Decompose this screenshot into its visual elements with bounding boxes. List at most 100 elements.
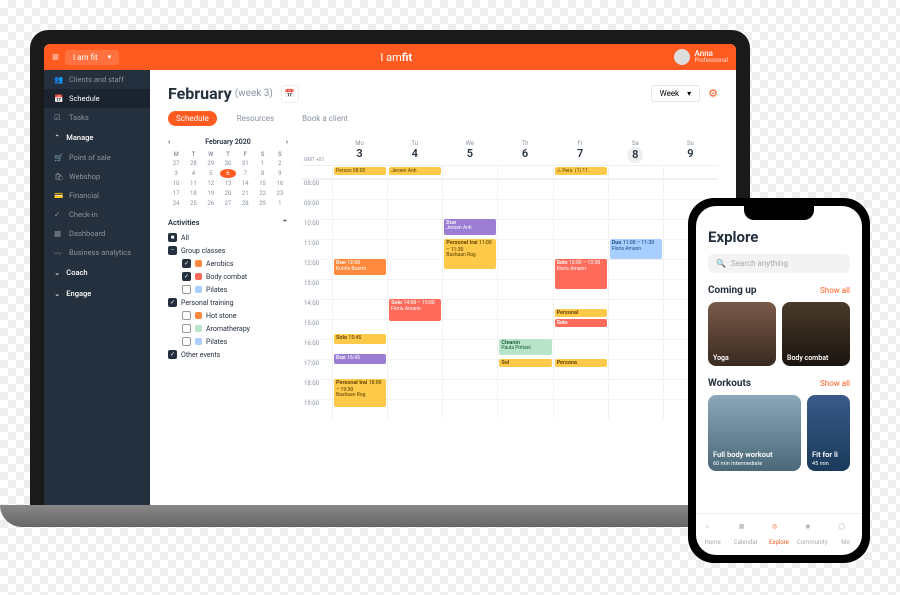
event-solo[interactable]: Solo [555,319,607,327]
phone-tabbar: ⌂Home ▦Calendar ◎Explore ◉Community ◯Me [696,513,862,555]
chevron-down-icon: ⌄ [54,289,60,298]
event-personal trai[interactable]: Personal trai 11:00 – 11:30Bastiaan Rog [444,239,496,269]
sidebar-item-analytics[interactable]: 〰Business analytics [44,243,150,262]
activity-aerobics[interactable]: ✓Aerobics [182,257,288,270]
event-solo[interactable]: Solo 15:45 [334,334,386,344]
sidebar-section-manage[interactable]: ⌃Manage [44,127,150,148]
cal-day-8[interactable]: Sa8 [608,138,663,165]
sidebar-item-financial[interactable]: 💳Financial [44,186,150,205]
cal-day-6[interactable]: Th6 [497,138,552,165]
user-menu[interactable]: Anna Professional [674,49,729,65]
phone-title: Explore [708,228,850,246]
tab-resources[interactable]: Resources [229,111,282,126]
sidebar-item-schedule[interactable]: 📅Schedule [44,89,150,108]
allday-event[interactable]: Person 08:00 [334,167,386,175]
card-fit-for-life[interactable]: Fit for li 45 min [807,395,850,471]
cal-day-4[interactable]: Tu4 [387,138,442,165]
tab-calendar[interactable]: ▦Calendar [729,514,762,555]
event-solo[interactable]: Solo 14:00 – 15:00Floris Amann [389,299,441,321]
tab-community[interactable]: ◉Community [796,514,829,555]
card-body-combat[interactable]: Body combat [782,302,850,366]
calendar-icon: ▦ [739,523,753,537]
allday-event[interactable]: ⚠ Pers. (1) 11. [555,167,607,175]
card-full-body[interactable]: Full body workout 60 min Intermediate [708,395,801,471]
prev-month-icon: ‹ [168,138,170,146]
activity-pt[interactable]: ✓Personal training [168,296,288,309]
cal-day-7[interactable]: Fr7 [553,138,608,165]
event-duo[interactable]: Duo 12:00Kurnle Boerm [334,259,386,275]
event-solo[interactable]: Solo 12:00 – 13:30Floris Amann [555,259,607,289]
sidebar-item-webshop[interactable]: 🛍Webshop [44,167,150,186]
page-title: February [168,84,232,103]
search-icon: 🔍 [716,259,726,268]
activity-group[interactable]: −Group classes [168,244,288,257]
sidebar-item-tasks[interactable]: ☑Tasks [44,108,150,127]
activity-aromatherapy[interactable]: Aromatherapy [182,322,288,335]
show-all-link[interactable]: Show all [820,286,850,295]
show-all-link[interactable]: Show all [820,379,850,388]
page-subtitle: (week 3) [235,88,273,99]
sidebar-item-clients[interactable]: 👥Clients and staff [44,70,150,89]
home-icon: ⌂ [706,523,720,537]
activity-pilates[interactable]: Pilates [182,335,288,348]
workouts-title: Workouts [708,378,751,389]
tab-book[interactable]: Book a client [294,111,356,126]
tab-explore[interactable]: ◎Explore [762,514,795,555]
phone-screen: Explore 🔍Search anything Coming up Show … [696,206,862,555]
tab-schedule[interactable]: Schedule [168,111,217,126]
mini-calendar[interactable]: ‹February 2020› MTWTFSS 2728293031123456… [168,138,288,208]
explore-icon: ◎ [772,523,786,537]
activity-all[interactable]: ■All [168,231,288,244]
sidebar-section-coach[interactable]: ⌄Coach [44,262,150,283]
phone-search[interactable]: 🔍Search anything [708,254,850,273]
menu-icon[interactable]: ≡ [52,50,59,64]
event-sol[interactable]: Sol [499,359,551,367]
community-icon: ◉ [805,523,819,537]
event-duo[interactable]: Duo 11:00 – 11:30Floris Amann [610,239,662,259]
chevron-down-icon: ▾ [108,53,112,61]
sidebar-item-dashboard[interactable]: ▦Dashboard [44,224,150,243]
content-area: February (week 3) 📅 Week▾ ⚙ Schedule Res… [150,70,736,520]
phone-frame: Explore 🔍Search anything Coming up Show … [688,198,870,563]
tab-me[interactable]: ◯Me [829,514,862,555]
app-logo: I amfit [119,51,673,64]
chevron-up-icon: ⌃ [282,218,288,227]
chevron-down-icon: ⌄ [54,268,60,277]
event-personal[interactable]: Personal [555,309,607,317]
activities-title: Activities [168,218,199,227]
app-screen: ≡ I am fit ▾ I amfit Anna Professional 👥… [44,44,736,520]
activity-hot-stone[interactable]: Hot stone [182,309,288,322]
cal-day-5[interactable]: We5 [442,138,497,165]
cal-day-9[interactable]: Su9 [663,138,718,165]
event-personal trai[interactable]: Personal trai 18:00 – 19:30Bastiaan Rog [334,379,386,407]
coming-up-title: Coming up [708,285,757,296]
event-duo[interactable]: DuoJeroen Anh [444,219,496,235]
view-selector[interactable]: Week▾ [651,85,701,102]
laptop-base [0,505,780,527]
laptop-frame: ≡ I am fit ▾ I amfit Anna Professional 👥… [30,30,750,520]
today-button[interactable]: 📅 [281,85,299,103]
next-month-icon: › [286,138,288,146]
tab-home[interactable]: ⌂Home [696,514,729,555]
cal-day-3[interactable]: Mo3 [332,138,387,165]
calendar-grid: GMT +01Mo3Tu4We5Th6Fr7Sa8Su9 Person 08:0… [302,138,718,419]
brand-dropdown[interactable]: I am fit ▾ [65,50,119,65]
sidebar-section-engage[interactable]: ⌄Engage [44,283,150,304]
allday-event[interactable]: Jeroen Anh [389,167,441,175]
sidebar-item-checkin[interactable]: ✓Check-in [44,205,150,224]
event-duo[interactable]: Duo 16:45 [334,354,386,364]
activity-pilates[interactable]: Pilates [182,283,288,296]
sidebar: 👥Clients and staff 📅Schedule ☑Tasks ⌃Man… [44,70,150,520]
sidebar-item-pos[interactable]: 🛒Point of sale [44,148,150,167]
avatar [674,49,690,65]
user-role: Professional [695,58,729,64]
activity-body-combat[interactable]: ✓Body combat [182,270,288,283]
event-persona[interactable]: Persona [555,359,607,367]
event-cleanin[interactable]: CleaninPaula Pintani [499,339,551,355]
gear-icon[interactable]: ⚙ [708,87,718,100]
activity-other[interactable]: ✓Other events [168,348,288,361]
topbar: ≡ I am fit ▾ I amfit Anna Professional [44,44,736,70]
card-yoga[interactable]: Yoga [708,302,776,366]
chevron-down-icon: ▾ [687,89,691,98]
brand-dropdown-label: I am fit [73,53,98,62]
